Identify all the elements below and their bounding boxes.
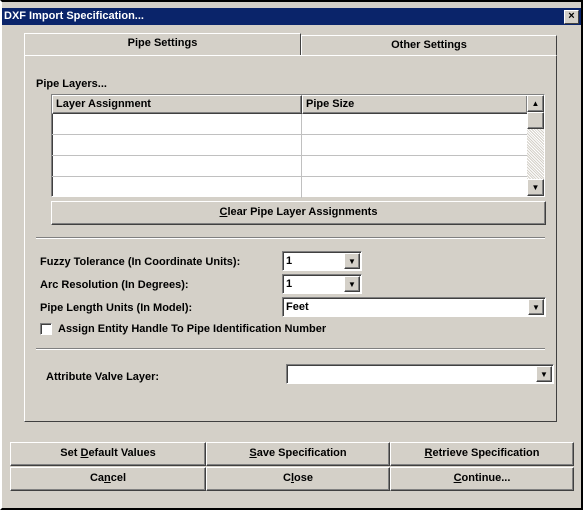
attribute-valve-layer-label: Attribute Valve Layer: xyxy=(46,371,160,383)
pipe-length-units-select[interactable]: Feet ▼ xyxy=(282,297,546,317)
divider xyxy=(36,237,545,239)
arc-resolution-select[interactable]: 1 ▼ xyxy=(282,274,362,294)
save-specification-button[interactable]: Save Specification xyxy=(206,442,390,466)
assign-entity-handle-checkbox[interactable] xyxy=(40,323,52,335)
clear-pipe-layer-assignments-button[interactable]: Clear Pipe Layer Assignments xyxy=(51,201,546,225)
chevron-down-icon[interactable]: ▼ xyxy=(344,253,360,269)
table-row[interactable] xyxy=(52,177,528,198)
continue-button[interactable]: Continue... xyxy=(390,467,574,491)
dialog-window: DXF Import Specification... × Pipe Setti… xyxy=(0,0,583,510)
window-title: DXF Import Specification... xyxy=(4,10,144,22)
fuzzy-tolerance-select[interactable]: 1 ▼ xyxy=(282,251,362,271)
column-header-layer-assignment[interactable]: Layer Assignment xyxy=(52,95,302,114)
tab-pipe-settings-label: Pipe Settings xyxy=(127,37,198,49)
column-header-pipe-size[interactable]: Pipe Size xyxy=(302,95,528,114)
cancel-button[interactable]: Cancel xyxy=(10,467,206,491)
chevron-down-icon[interactable]: ▼ xyxy=(528,299,544,315)
title-bar[interactable]: DXF Import Specification... × xyxy=(2,8,581,25)
pipe-length-units-label: Pipe Length Units (In Model): xyxy=(40,302,193,314)
set-default-values-button[interactable]: Set Default Values xyxy=(10,442,206,466)
scrollbar-thumb[interactable] xyxy=(527,112,544,129)
scrollbar-track[interactable] xyxy=(527,129,544,179)
retrieve-specification-button[interactable]: Retrieve Specification xyxy=(390,442,574,466)
pipe-layers-label: Pipe Layers... xyxy=(36,78,107,90)
assign-entity-handle-label: Assign Entity Handle To Pipe Identificat… xyxy=(58,323,327,335)
table-row[interactable] xyxy=(52,135,528,156)
table-row[interactable] xyxy=(52,156,528,177)
table-row[interactable] xyxy=(52,114,528,135)
attribute-valve-layer-select[interactable]: ▼ xyxy=(286,364,554,384)
arc-resolution-label: Arc Resolution (In Degrees): xyxy=(40,279,189,291)
close-button[interactable]: Close xyxy=(206,467,390,491)
pipe-layers-grid[interactable]: Layer Assignment Pipe Size ▲ ▼ xyxy=(51,94,545,198)
chevron-down-icon[interactable]: ▼ xyxy=(536,366,552,382)
scroll-up-icon[interactable]: ▲ xyxy=(527,95,544,112)
chevron-down-icon[interactable]: ▼ xyxy=(344,276,360,292)
fuzzy-tolerance-label: Fuzzy Tolerance (In Coordinate Units): xyxy=(40,256,241,268)
scroll-down-icon[interactable]: ▼ xyxy=(527,179,544,196)
tab-other-settings[interactable]: Other Settings xyxy=(301,35,557,56)
close-icon[interactable]: × xyxy=(564,10,579,24)
tab-other-settings-label: Other Settings xyxy=(391,39,467,51)
divider xyxy=(36,348,545,350)
column-divider xyxy=(301,114,302,198)
tab-pipe-settings[interactable]: Pipe Settings xyxy=(24,33,301,56)
